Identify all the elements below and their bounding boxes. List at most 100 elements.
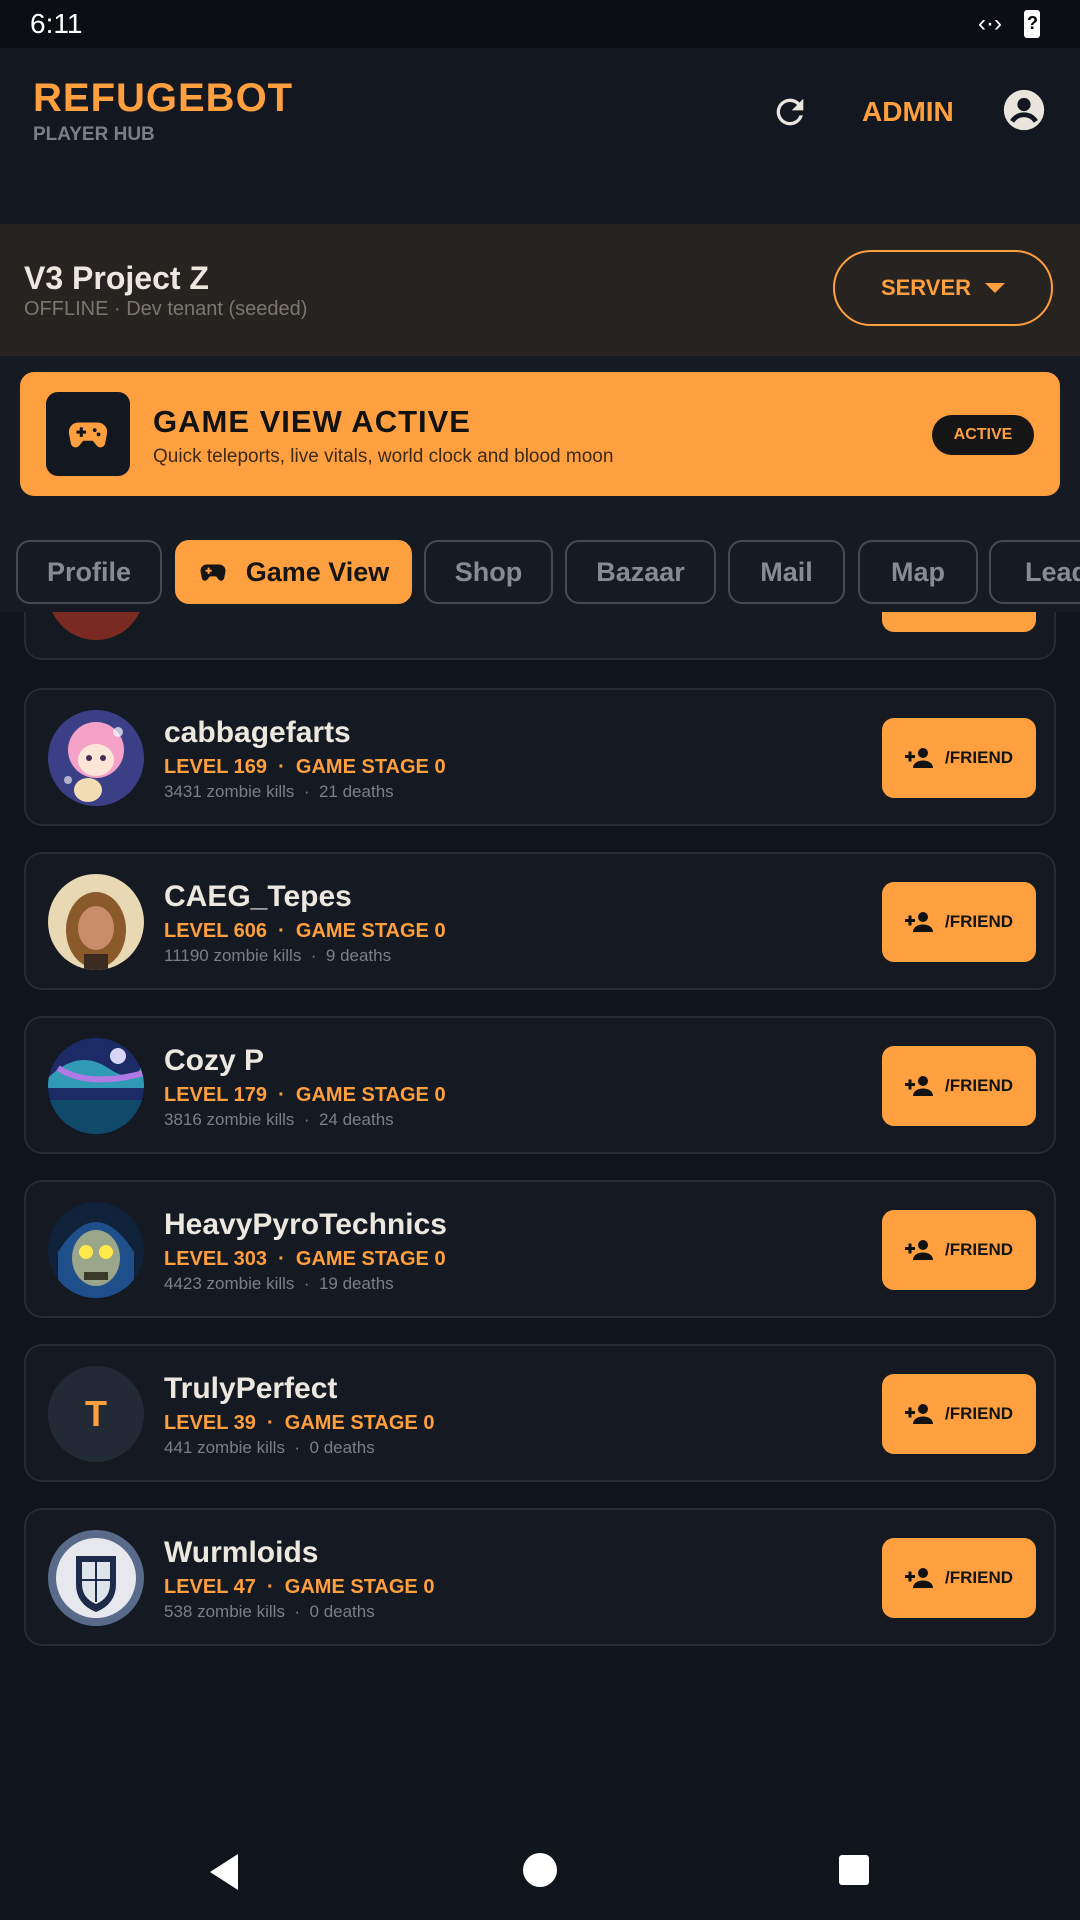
player-name: Cozy P [164,1044,265,1077]
player-card: cabbagefarts LEVEL 169 · GAME STAGE 0 34… [24,688,1056,826]
person-add-icon [905,748,933,768]
skull-avatar [48,1202,144,1298]
gamepad-icon [200,564,226,581]
tab-label: Profile [46,556,132,587]
server-bar: V3 Project Z OFFLINE · Dev tenant (seede… [0,224,1080,356]
player-name: HeavyPyroTechnics [164,1208,447,1241]
add-friend-button[interactable]: /FRIEND [882,1374,1036,1454]
tab-bazaar[interactable]: Bazaar [565,540,716,604]
server-name: V3 Project Z [24,260,209,296]
server-select-button[interactable]: SERVER [833,250,1053,326]
caret-down-icon [985,283,1006,293]
system-nav-bar [0,1832,1080,1920]
friend-label: /FRIEND [945,1404,1013,1423]
person-add-icon [905,1404,933,1424]
add-friend-button[interactable]: /FRIEND [882,882,1036,962]
kills-text: 3431 zombie kills [164,782,295,801]
person-add-icon [905,1240,933,1260]
friend-label: /FRIEND [945,1076,1013,1095]
player-level: LEVEL 303 · GAME STAGE 0 [164,1248,446,1270]
friend-label: /FRIEND [945,912,1013,931]
add-friend-button[interactable]: /FRIEND [882,1046,1036,1126]
tab-game-view[interactable]: Game View [175,540,412,604]
add-friend-button[interactable]: /FRIEND [882,1210,1036,1290]
player-card: T TrulyPerfect LEVEL 39 · GAME STAGE 0 4… [24,1344,1056,1482]
brand-subtitle: PLAYER HUB [33,124,155,145]
back-icon[interactable] [206,1852,240,1892]
tab-mail[interactable]: Mail [728,540,845,604]
level-text: LEVEL 169 [164,756,268,778]
tab-label: Mail [760,556,813,587]
player-stats: 11190 zombie kills · 9 deaths [164,946,392,965]
recents-icon[interactable] [838,1854,870,1886]
home-icon[interactable] [522,1852,558,1888]
person-add-icon [905,1568,933,1588]
account-circle-icon[interactable] [1002,88,1046,132]
stage-text: GAME STAGE 0 [295,1084,446,1106]
friend-button-partial[interactable] [882,612,1036,632]
battery-icon [1024,10,1040,38]
player-name: cabbagefarts [164,716,351,749]
app-header [0,48,1080,224]
friend-label: /FRIEND [945,1240,1013,1259]
deaths-text: 24 deaths [318,1110,394,1129]
player-card: Wurmloids LEVEL 47 · GAME STAGE 0 538 zo… [24,1508,1056,1646]
kills-text: 441 zombie kills [164,1438,285,1457]
status-bar: 6:11 ‹·› [0,0,1080,48]
player-name: TrulyPerfect [164,1372,338,1405]
player-level: LEVEL 39 · GAME STAGE 0 [164,1412,435,1434]
status-icons: ‹·› [978,10,1040,38]
stage-text: GAME STAGE 0 [284,1576,435,1598]
tab-label: Lead [1025,556,1080,587]
player-card: Cozy P LEVEL 179 · GAME STAGE 0 3816 zom… [24,1016,1056,1154]
photo-avatar [48,874,144,970]
add-friend-button[interactable]: /FRIEND [882,718,1036,798]
deaths-text: 0 deaths [309,1602,375,1621]
friend-label: /FRIEND [945,748,1013,767]
initial-avatar: T [48,1366,144,1462]
crest-avatar [48,1530,144,1626]
game-view-banner: GAME VIEW ACTIVE Quick teleports, live v… [20,372,1060,496]
admin-link[interactable]: ADMIN [862,96,954,128]
player-card: CAEG_Tepes LEVEL 606 · GAME STAGE 0 1119… [24,852,1056,990]
player-stats: 4423 zombie kills · 19 deaths [164,1274,394,1293]
player-stats: 441 zombie kills · 0 deaths [164,1438,375,1457]
tab-shop[interactable]: Shop [424,540,553,604]
aurora-avatar [48,1038,144,1134]
status-time: 6:11 [30,8,83,39]
player-level: LEVEL 179 · GAME STAGE 0 [164,1084,446,1106]
tab-leaderboard[interactable]: Lead [989,540,1080,604]
player-level: LEVEL 169 · GAME STAGE 0 [164,756,446,778]
level-text: LEVEL 606 [164,920,268,942]
tab-profile[interactable]: Profile [16,540,162,604]
server-status: OFFLINE · Dev tenant (seeded) [24,298,308,320]
stage-text: GAME STAGE 0 [284,1412,435,1434]
kills-text: 538 zombie kills [164,1602,285,1621]
add-friend-button[interactable]: /FRIEND [882,1538,1036,1618]
player-name: Wurmloids [164,1536,319,1569]
player-list: cabbagefarts LEVEL 169 · GAME STAGE 0 34… [0,612,1080,1832]
level-text: LEVEL 303 [164,1248,268,1270]
banner-title: GAME VIEW ACTIVE [153,404,471,439]
anime-avatar [48,710,144,806]
tab-label: Bazaar [596,556,685,587]
tab-bar: Profile Game View Shop Bazaar Mail Map L… [0,512,1080,612]
deaths-text: 0 deaths [309,1438,375,1457]
kills-text: 3816 zombie kills [164,1110,295,1129]
player-level: LEVEL 606 · GAME STAGE 0 [164,920,446,942]
kills-text: 11190 zombie kills [164,946,302,965]
refresh-icon[interactable] [770,92,810,132]
kills-text: 4423 zombie kills [164,1274,295,1293]
level-text: LEVEL 39 [164,1412,256,1434]
player-card-partial [24,612,1056,660]
banner-subtitle: Quick teleports, live vitals, world cloc… [153,446,614,467]
player-name: CAEG_Tepes [164,880,352,913]
network-icon: ‹·› [978,10,1002,37]
player-level: LEVEL 47 · GAME STAGE 0 [164,1576,435,1598]
deaths-text: 19 deaths [318,1274,394,1293]
deaths-text: 9 deaths [325,946,392,965]
tab-map[interactable]: Map [858,540,978,604]
tab-label: Map [891,556,945,587]
brand-title: REFUGEBOT [33,76,294,120]
stage-text: GAME STAGE 0 [295,1248,446,1270]
